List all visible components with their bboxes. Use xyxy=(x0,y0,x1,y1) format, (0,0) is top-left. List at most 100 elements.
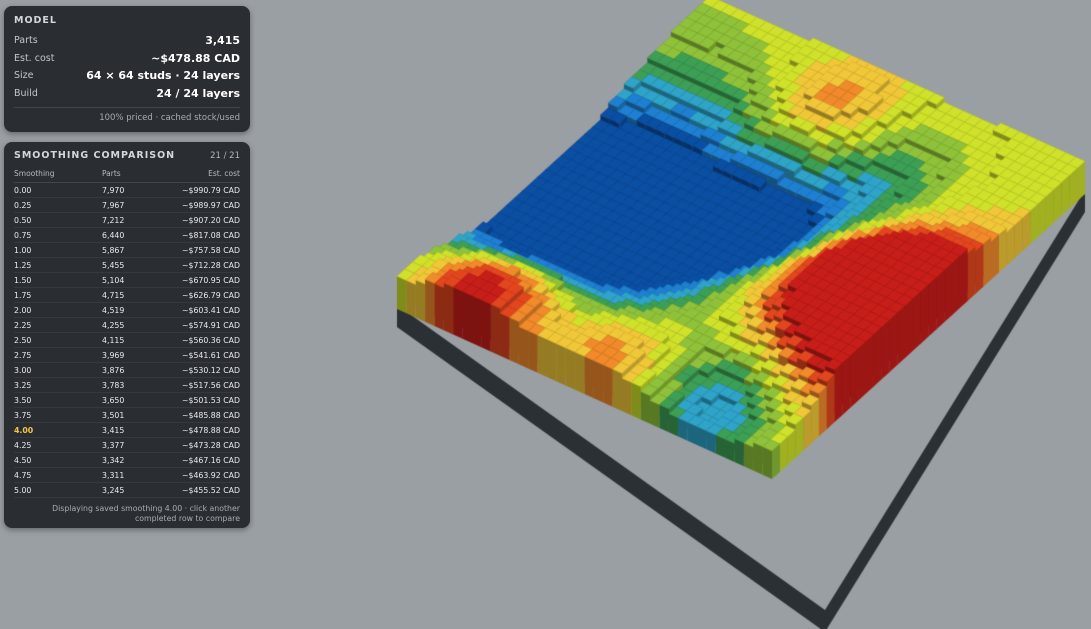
stat-label: Build xyxy=(14,87,38,99)
cell-parts: 7,967 xyxy=(102,197,172,213)
cell-parts: 4,715 xyxy=(102,287,172,303)
smoothing-row[interactable]: 3.50 3,650 ~$501.53 CAD xyxy=(14,392,240,408)
cell-parts: 3,650 xyxy=(102,392,172,408)
cell-smoothing: 1.75 xyxy=(14,287,102,303)
cell-smoothing: 3.00 xyxy=(14,362,102,378)
cell-parts: 3,245 xyxy=(102,482,172,498)
cell-cost: ~$626.79 CAD xyxy=(172,287,240,303)
cell-parts: 4,519 xyxy=(102,302,172,318)
smoothing-row[interactable]: 2.75 3,969 ~$541.61 CAD xyxy=(14,347,240,363)
cell-cost: ~$574.91 CAD xyxy=(172,317,240,333)
smoothing-row[interactable]: 3.75 3,501 ~$485.88 CAD xyxy=(14,407,240,423)
cell-parts: 3,969 xyxy=(102,347,172,363)
model-stats: Parts 3,415 Est. cost ~$478.88 CAD Size … xyxy=(14,32,240,102)
cell-cost: ~$670.95 CAD xyxy=(172,272,240,288)
cell-smoothing: 4.50 xyxy=(14,452,102,468)
stat-label: Size xyxy=(14,70,34,82)
smoothing-row[interactable]: 3.25 3,783 ~$517.56 CAD xyxy=(14,377,240,393)
column-header-cost: Est. cost xyxy=(172,169,240,183)
cell-smoothing: 0.75 xyxy=(14,227,102,243)
cell-cost: ~$560.36 CAD xyxy=(172,332,240,348)
stat-parts: Parts 3,415 xyxy=(14,32,240,50)
cell-smoothing: 3.25 xyxy=(14,377,102,393)
cell-cost: ~$530.12 CAD xyxy=(172,362,240,378)
cell-parts: 3,415 xyxy=(102,422,172,438)
cell-parts: 6,440 xyxy=(102,227,172,243)
cell-cost: ~$455.52 CAD xyxy=(172,482,240,498)
smoothing-row[interactable]: 2.50 4,115 ~$560.36 CAD xyxy=(14,332,240,348)
smoothing-row[interactable]: 1.50 5,104 ~$670.95 CAD xyxy=(14,272,240,288)
cell-cost: ~$712.28 CAD xyxy=(172,257,240,273)
model-panel: MODEL Parts 3,415 Est. cost ~$478.88 CAD… xyxy=(4,6,250,132)
completed-count: 21 / 21 xyxy=(210,150,240,161)
smoothing-row[interactable]: 4.50 3,342 ~$467.16 CAD xyxy=(14,452,240,468)
cell-cost: ~$541.61 CAD xyxy=(172,347,240,363)
smoothing-row[interactable]: 2.00 4,519 ~$603.41 CAD xyxy=(14,302,240,318)
smoothing-row[interactable]: 0.00 7,970 ~$990.79 CAD xyxy=(14,182,240,198)
cell-cost: ~$990.79 CAD xyxy=(172,182,240,198)
smoothing-row[interactable]: 0.50 7,212 ~$907.20 CAD xyxy=(14,212,240,228)
smoothing-row[interactable]: 4.25 3,377 ~$473.28 CAD xyxy=(14,437,240,453)
smoothing-row[interactable]: 5.00 3,245 ~$455.52 CAD xyxy=(14,482,240,498)
stat-label: Parts xyxy=(14,35,38,47)
cell-smoothing: 0.00 xyxy=(14,182,102,198)
smoothing-footer: Displaying saved smoothing 4.00 · click … xyxy=(52,504,240,523)
smoothing-row[interactable]: 3.00 3,876 ~$530.12 CAD xyxy=(14,362,240,378)
cell-smoothing: 0.50 xyxy=(14,212,102,228)
smoothing-row[interactable]: 1.00 5,867 ~$757.58 CAD xyxy=(14,242,240,258)
stat-label: Est. cost xyxy=(14,52,55,64)
pricing-footnote: 100% priced · cached stock/used xyxy=(14,107,240,123)
cell-cost: ~$989.97 CAD xyxy=(172,197,240,213)
cell-parts: 3,342 xyxy=(102,452,172,468)
cell-cost: ~$467.16 CAD xyxy=(172,452,240,468)
cell-parts: 7,970 xyxy=(102,182,172,198)
smoothing-row[interactable]: 4.75 3,311 ~$463.92 CAD xyxy=(14,467,240,483)
smoothing-table-body: 0.00 7,970 ~$990.79 CAD 0.25 7,967 ~$989.97 C… xyxy=(14,182,240,498)
smoothing-row[interactable]: 2.25 4,255 ~$574.91 CAD xyxy=(14,317,240,333)
cell-parts: 5,455 xyxy=(102,257,172,273)
cell-cost: ~$817.08 CAD xyxy=(172,227,240,243)
cell-smoothing: 0.25 xyxy=(14,197,102,213)
cell-cost: ~$485.88 CAD xyxy=(172,407,240,423)
terrain-3d-viewport[interactable] xyxy=(255,0,1091,629)
cell-smoothing: 1.25 xyxy=(14,257,102,273)
cell-cost: ~$463.92 CAD xyxy=(172,467,240,483)
cell-parts: 3,311 xyxy=(102,467,172,483)
cell-smoothing: 2.75 xyxy=(14,347,102,363)
cell-parts: 5,867 xyxy=(102,242,172,258)
stat-value: 3,415 xyxy=(205,34,240,48)
cell-parts: 3,876 xyxy=(102,362,172,378)
cell-cost: ~$478.88 CAD xyxy=(172,422,240,438)
cell-cost: ~$907.20 CAD xyxy=(172,212,240,228)
cell-smoothing: 2.50 xyxy=(14,332,102,348)
cell-cost: ~$517.56 CAD xyxy=(172,377,240,393)
cell-parts: 4,115 xyxy=(102,332,172,348)
smoothing-panel: SMOOTHING COMPARISON 21 / 21 Smoothing P… xyxy=(4,142,250,528)
model-panel-title: MODEL xyxy=(14,15,57,26)
cell-smoothing: 4.75 xyxy=(14,467,102,483)
cell-parts: 5,104 xyxy=(102,272,172,288)
stat-value: 24 / 24 layers xyxy=(156,86,240,100)
column-header-smoothing: Smoothing xyxy=(14,169,102,183)
cell-cost: ~$603.41 CAD xyxy=(172,302,240,318)
smoothing-row[interactable]: 4.00 3,415 ~$478.88 CAD xyxy=(14,422,240,438)
cell-cost: ~$501.53 CAD xyxy=(172,392,240,408)
cell-cost: ~$473.28 CAD xyxy=(172,437,240,453)
cell-smoothing: 4.00 xyxy=(14,422,102,438)
cell-parts: 3,501 xyxy=(102,407,172,423)
cell-parts: 7,212 xyxy=(102,212,172,228)
cell-cost: ~$757.58 CAD xyxy=(172,242,240,258)
cell-smoothing: 3.75 xyxy=(14,407,102,423)
cell-smoothing: 3.50 xyxy=(14,392,102,408)
stat-value: 64 × 64 studs · 24 layers xyxy=(86,69,240,83)
stat-build: Build 24 / 24 layers xyxy=(14,85,240,103)
smoothing-row[interactable]: 0.25 7,967 ~$989.97 CAD xyxy=(14,197,240,213)
smoothing-row[interactable]: 0.75 6,440 ~$817.08 CAD xyxy=(14,227,240,243)
smoothing-table: Smoothing Parts Est. cost 0.00 7,970 ~$990… xyxy=(14,169,240,498)
cell-smoothing: 1.50 xyxy=(14,272,102,288)
smoothing-panel-title: SMOOTHING COMPARISON xyxy=(14,150,176,161)
smoothing-row[interactable]: 1.75 4,715 ~$626.79 CAD xyxy=(14,287,240,303)
cell-smoothing: 2.25 xyxy=(14,317,102,333)
smoothing-row[interactable]: 1.25 5,455 ~$712.28 CAD xyxy=(14,257,240,273)
table-header-row: Smoothing Parts Est. cost xyxy=(14,169,240,183)
